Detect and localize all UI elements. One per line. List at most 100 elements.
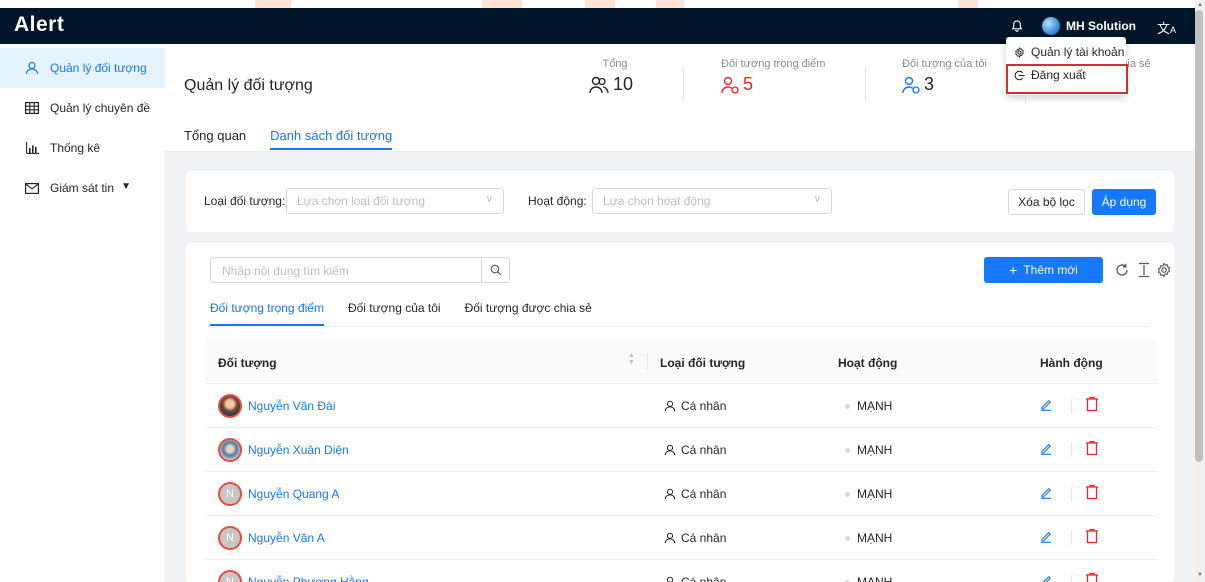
avatar bbox=[218, 394, 242, 418]
page-tabs: Tổng quan Danh sách đối tượng bbox=[184, 128, 393, 150]
delete-icon[interactable] bbox=[1085, 440, 1099, 456]
table-row[interactable]: Nguyễn Xuân Diện Cá nhân MẠNH bbox=[205, 428, 1157, 472]
column-height-icon[interactable] bbox=[1137, 262, 1151, 278]
subtab-my-objects[interactable]: Đối tượng của tôi bbox=[348, 301, 441, 326]
object-type: Cá nhân bbox=[664, 531, 726, 545]
subtab-shared-objects[interactable]: Đối tượng được chia sẻ bbox=[465, 301, 592, 326]
table-row[interactable]: N Nguyễn Quang A Cá nhân MẠNH bbox=[205, 472, 1157, 516]
object-type-label: Cá nhân bbox=[681, 487, 727, 501]
subtab-key-objects[interactable]: Đối tượng trọng điểm bbox=[210, 301, 324, 326]
filter-card: Loại đối tượng: Lựa chọn loại đối tượng … bbox=[186, 171, 1174, 232]
object-type-label: Cá nhân bbox=[681, 443, 727, 457]
page-title: Quản lý đối tượng bbox=[184, 77, 313, 94]
refresh-icon[interactable] bbox=[1114, 262, 1130, 278]
scroll-down-arrow[interactable]: ▼ bbox=[1197, 572, 1203, 578]
activity-filter-select[interactable]: Lựa chọn hoạt động ∨ bbox=[592, 188, 832, 214]
table-row[interactable]: N Nguyễn Phương Hằng Cá nhân MẠNH bbox=[205, 560, 1157, 582]
object-name-link[interactable]: Nguyễn Xuân Diện bbox=[248, 443, 349, 457]
translate-icon[interactable]: 文A bbox=[1157, 18, 1176, 37]
sidebar-item-topic-management[interactable]: Quản lý chuyên đề bbox=[0, 88, 165, 128]
sort-icon[interactable]: ▲ ▼ bbox=[628, 352, 635, 366]
clear-filter-button[interactable]: Xóa bộ lọc bbox=[1008, 189, 1085, 215]
activity-filter-label-text: Hoạt động bbox=[528, 194, 584, 208]
bar-chart-icon bbox=[24, 140, 40, 156]
stat-value-row: 10 bbox=[589, 74, 633, 95]
activity-status: MẠNH bbox=[845, 575, 892, 582]
sidebar-item-label: Quản lý chuyên đề bbox=[50, 101, 151, 115]
object-type: Cá nhân bbox=[664, 575, 726, 582]
user-icon bbox=[664, 444, 676, 456]
stat-key-objects: Đối tượng trọng điểm 5 bbox=[721, 58, 825, 95]
user-avatar[interactable] bbox=[1042, 17, 1060, 35]
object-type-label: Cá nhân bbox=[681, 399, 727, 413]
action-divider bbox=[1071, 399, 1072, 413]
table-row[interactable]: Nguyễn Văn Đài Cá nhân MẠNH bbox=[205, 384, 1157, 428]
activity-label: MẠNH bbox=[857, 487, 893, 501]
page-scrollbar[interactable]: ▲ ▼ bbox=[1195, 0, 1205, 582]
apply-filter-button[interactable]: Áp dụng bbox=[1092, 189, 1156, 215]
object-list-card: Nhập nội dung tìm kiếm + Thêm mới Đối tư… bbox=[186, 243, 1174, 582]
add-new-label: Thêm mới bbox=[1023, 263, 1078, 277]
user-name[interactable]: MH Solution bbox=[1066, 19, 1136, 33]
tab-overview[interactable]: Tổng quan bbox=[184, 128, 246, 150]
column-header-actions: Hành động bbox=[1040, 356, 1103, 370]
scroll-up-arrow[interactable]: ▲ bbox=[1197, 2, 1203, 8]
delete-icon[interactable] bbox=[1085, 572, 1099, 582]
search-button[interactable] bbox=[481, 258, 509, 282]
type-filter-select[interactable]: Lựa chọn loại đối tượng ∨ bbox=[286, 188, 504, 214]
chevron-down-icon: ∨ bbox=[485, 194, 493, 205]
action-divider bbox=[1071, 575, 1072, 582]
stat-label: Đối tượng trọng điểm bbox=[721, 58, 826, 70]
sidebar-item-statistics[interactable]: Thống kê bbox=[0, 128, 165, 168]
chevron-down-icon[interactable]: ▼ bbox=[121, 181, 131, 192]
table-row[interactable]: N Nguyễn Văn A Cá nhân MẠNH bbox=[205, 516, 1157, 560]
scroll-thumb[interactable] bbox=[1195, 10, 1203, 462]
user-icon bbox=[664, 532, 676, 544]
object-table: Đối tượng ▲ ▼ Loại đối tượng Hoạt động Hà… bbox=[205, 340, 1157, 582]
app-logo[interactable]: Alert bbox=[14, 13, 64, 37]
activity-label: MẠNH bbox=[857, 531, 893, 545]
tab-object-list[interactable]: Danh sách đối tượng bbox=[270, 128, 393, 150]
activity-status: MẠNH bbox=[845, 487, 892, 501]
add-new-button[interactable]: + Thêm mới bbox=[984, 257, 1103, 283]
status-dot-icon bbox=[845, 491, 850, 497]
object-name-link[interactable]: Nguyễn Phương Hằng bbox=[248, 575, 369, 582]
type-filter-label-text: Loại đối tượng bbox=[204, 194, 282, 208]
edit-icon[interactable] bbox=[1039, 397, 1053, 411]
user-icon bbox=[24, 60, 40, 76]
sidebar-item-news-monitoring[interactable]: Giám sát tin ▼ bbox=[0, 168, 165, 208]
stat-value-row: 3 bbox=[902, 74, 987, 95]
plus-icon: + bbox=[1009, 262, 1018, 278]
action-divider bbox=[1071, 443, 1072, 457]
edit-icon[interactable] bbox=[1039, 485, 1053, 499]
avatar-initial: N bbox=[226, 488, 234, 500]
sidebar-item-object-management[interactable]: Quản lý đối tượng bbox=[0, 48, 165, 88]
search-input[interactable]: Nhập nội dung tìm kiếm bbox=[222, 264, 349, 278]
object-type: Cá nhân bbox=[664, 443, 726, 457]
edit-icon[interactable] bbox=[1039, 573, 1053, 582]
status-dot-icon bbox=[845, 403, 850, 409]
delete-icon[interactable] bbox=[1085, 396, 1099, 412]
sidebar: Quản lý đối tượng Quản lý chuyên đề Thốn… bbox=[0, 44, 165, 582]
menu-item-label: Quản lý tài khoản bbox=[1031, 45, 1125, 59]
column-header-object[interactable]: Đối tượng bbox=[218, 356, 277, 370]
delete-icon[interactable] bbox=[1085, 528, 1099, 544]
edit-icon[interactable] bbox=[1039, 529, 1053, 543]
type-filter-placeholder: Lựa chọn loại đối tượng bbox=[297, 194, 426, 208]
object-name-link[interactable]: Nguyễn Văn A bbox=[248, 531, 325, 545]
edit-icon[interactable] bbox=[1039, 441, 1053, 455]
user-star-icon bbox=[721, 76, 739, 94]
avatar: N bbox=[218, 482, 242, 506]
search-box[interactable]: Nhập nội dung tìm kiếm bbox=[210, 257, 510, 283]
table-header: Đối tượng ▲ ▼ Loại đối tượng Hoạt động Hà… bbox=[205, 340, 1157, 384]
settings-icon bbox=[1015, 46, 1024, 58]
activity-filter-placeholder: Lựa chọn hoạt động bbox=[603, 194, 711, 208]
menu-item-account-management[interactable]: Quản lý tài khoản bbox=[1014, 42, 1124, 62]
delete-icon[interactable] bbox=[1085, 484, 1099, 500]
stat-divider bbox=[683, 66, 684, 102]
object-name-link[interactable]: Nguyễn Quang A bbox=[248, 487, 339, 501]
column-divider bbox=[647, 354, 648, 370]
bell-icon[interactable] bbox=[1010, 19, 1024, 33]
settings-icon[interactable] bbox=[1156, 262, 1172, 278]
object-name-link[interactable]: Nguyễn Văn Đài bbox=[248, 399, 335, 413]
